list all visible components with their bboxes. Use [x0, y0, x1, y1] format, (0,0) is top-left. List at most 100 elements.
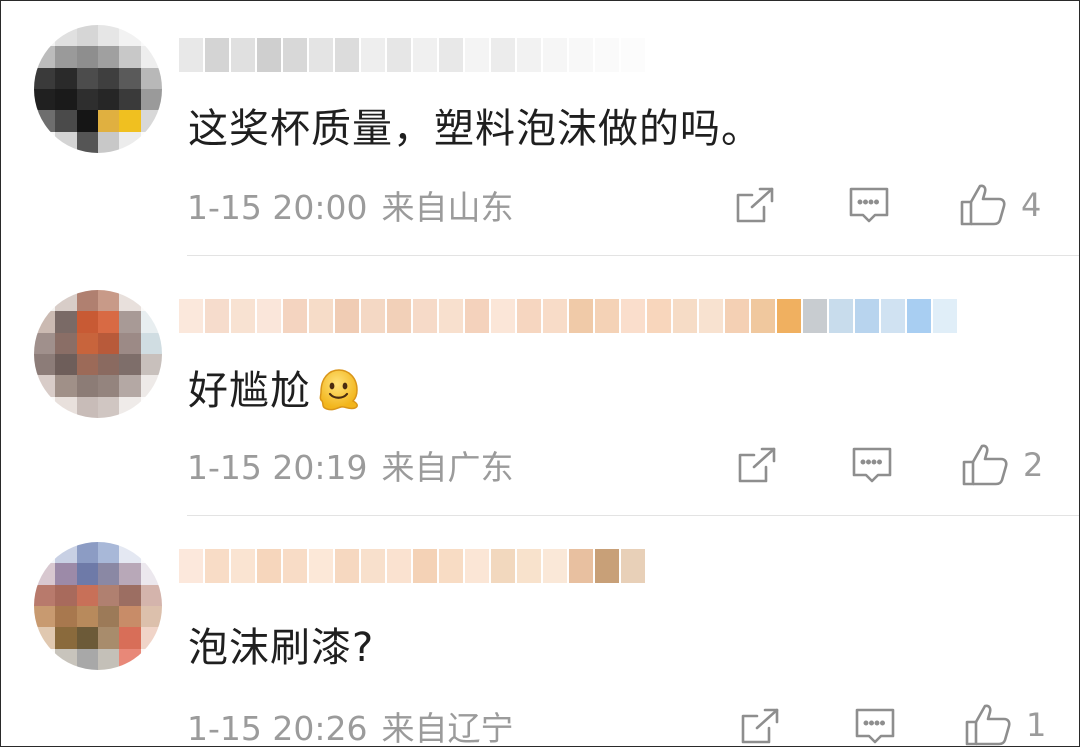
avatar-mosaic-cell [98, 627, 120, 649]
username-mosaic-cell [621, 299, 645, 333]
username-mosaic-cell [231, 38, 255, 72]
avatar-mosaic-cell [55, 46, 77, 68]
like-button[interactable]: 1 [964, 702, 1046, 746]
avatar-mosaic-cell [119, 67, 141, 89]
avatar-mosaic-cell [55, 110, 77, 132]
avatar[interactable] [34, 25, 162, 153]
avatar-mosaic-cell [119, 46, 141, 68]
avatar-mosaic-cell [76, 648, 98, 670]
avatar-mosaic-cell [98, 46, 120, 68]
avatar-mosaic-cell [140, 46, 162, 68]
avatar-mosaic-cell [140, 375, 162, 397]
username-mosaic-cell [283, 38, 307, 72]
comment-item: 好尴尬 1-15 20:19 来自广东 2 [1, 256, 1079, 516]
reply-button[interactable] [853, 706, 897, 746]
comment-icon [855, 708, 895, 744]
avatar-mosaic-cell [34, 110, 56, 132]
avatar-mosaic-cell [140, 354, 162, 376]
reply-button[interactable] [847, 185, 891, 225]
avatar-mosaic-cell [76, 311, 98, 333]
avatar-mosaic-cell [98, 606, 120, 628]
username-mosaic-cell [543, 549, 567, 583]
avatar-mosaic-cell [119, 563, 141, 585]
username-mosaic-cell [647, 299, 671, 333]
avatar-mosaic-cell [76, 563, 98, 585]
avatar-mosaic-cell [34, 25, 56, 47]
username-mosaic-cell [881, 299, 905, 333]
username-mosaic-cell [621, 38, 645, 72]
avatar-mosaic-cell [34, 332, 56, 354]
thumbs-up-icon [965, 704, 1011, 746]
avatar-mosaic-cell [76, 131, 98, 153]
username-mosaic-cell [413, 38, 437, 72]
reply-button[interactable] [850, 445, 894, 485]
username-mosaic-cell [361, 38, 385, 72]
share-button[interactable] [736, 445, 778, 485]
avatar-mosaic-cell [98, 25, 120, 47]
username[interactable] [179, 546, 647, 586]
username-mosaic-cell [699, 299, 723, 333]
username-mosaic-cell [491, 299, 515, 333]
avatar-mosaic-cell [98, 396, 120, 418]
avatar-mosaic-cell [140, 311, 162, 333]
username-mosaic-cell [257, 299, 281, 333]
avatar-mosaic-cell [119, 332, 141, 354]
username-mosaic-cell [387, 549, 411, 583]
username-mosaic-cell [309, 299, 333, 333]
username-mosaic-cell [543, 299, 567, 333]
avatar-mosaic-cell [98, 131, 120, 153]
like-button[interactable]: 4 [959, 182, 1041, 228]
username-mosaic-cell [777, 299, 801, 333]
username-mosaic-cell [335, 38, 359, 72]
avatar-mosaic-cell [76, 25, 98, 47]
avatar[interactable] [34, 542, 162, 670]
avatar-mosaic-cell [98, 89, 120, 111]
avatar-mosaic-cell [55, 311, 77, 333]
avatar-mosaic-cell [55, 25, 77, 47]
avatar-mosaic-cell [119, 89, 141, 111]
username-mosaic-cell [387, 299, 411, 333]
avatar-mosaic-cell [76, 110, 98, 132]
share-button[interactable] [739, 706, 781, 746]
username-mosaic-cell [309, 549, 333, 583]
timestamp: 1-15 20:26 [187, 709, 368, 747]
avatar-mosaic-cell [76, 584, 98, 606]
avatar-mosaic-cell [98, 311, 120, 333]
avatar-mosaic-cell [34, 584, 56, 606]
username-mosaic-cell [283, 549, 307, 583]
timestamp: 1-15 20:19 [187, 448, 368, 487]
avatar-mosaic-cell [98, 375, 120, 397]
avatar-mosaic-cell [119, 290, 141, 312]
avatar-mosaic-cell [119, 542, 141, 564]
share-button[interactable] [734, 185, 776, 225]
avatar-mosaic-cell [34, 648, 56, 670]
avatar-mosaic-cell [140, 110, 162, 132]
avatar[interactable] [34, 290, 162, 418]
avatar-mosaic-cell [55, 67, 77, 89]
avatar-mosaic-cell [119, 354, 141, 376]
avatar-mosaic-cell [34, 131, 56, 153]
avatar-mosaic-cell [140, 584, 162, 606]
avatar-mosaic-cell [34, 89, 56, 111]
username[interactable] [179, 296, 959, 336]
username-mosaic-cell [569, 38, 593, 72]
username[interactable] [179, 35, 647, 75]
avatar-mosaic-cell [76, 606, 98, 628]
username-mosaic-cell [517, 38, 541, 72]
avatar-mosaic-cell [98, 110, 120, 132]
avatar-mosaic-cell [55, 89, 77, 111]
avatar-mosaic-cell [140, 131, 162, 153]
avatar-mosaic-cell [34, 396, 56, 418]
avatar-mosaic-cell [76, 89, 98, 111]
username-mosaic-cell [439, 549, 463, 583]
like-button[interactable]: 2 [961, 442, 1043, 488]
username-mosaic-cell [179, 299, 203, 333]
avatar-mosaic-cell [76, 290, 98, 312]
avatar-mosaic-cell [55, 584, 77, 606]
username-mosaic-cell [231, 299, 255, 333]
avatar-mosaic-cell [34, 46, 56, 68]
location: 来自辽宁 [381, 709, 514, 747]
avatar-mosaic-cell [55, 627, 77, 649]
share-icon [741, 708, 779, 744]
avatar-mosaic-cell [119, 584, 141, 606]
